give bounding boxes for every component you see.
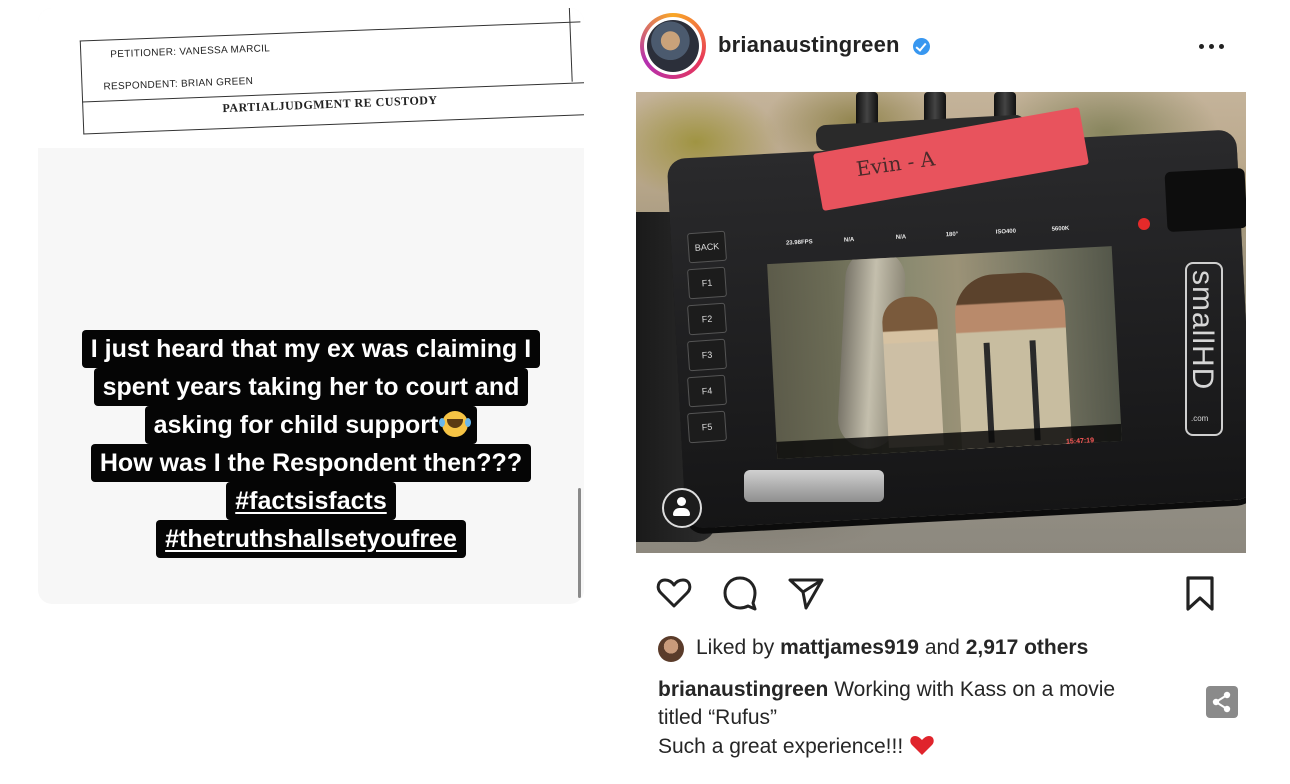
caption-line-3-text: asking for child support [153,411,439,439]
post-username[interactable]: brianaustingreen [718,32,900,58]
caption-username[interactable]: brianaustingreen [658,678,828,701]
osd-na-2: N/A [895,234,907,241]
court-document-excerpt: PETITIONER: VANESSA MARCIL RESPONDENT: B… [38,8,584,148]
comment-bubble-icon[interactable] [720,573,760,613]
story-screenshot: PETITIONER: VANESSA MARCIL RESPONDENT: B… [38,8,584,604]
osd-iso: ISO400 [995,228,1017,236]
liker-avatar [658,636,684,662]
likes-middle: and [918,636,966,659]
story-edge-divider [578,488,581,598]
monitor-f2-button: F2 [686,302,728,336]
monitor-f3-button: F3 [686,338,728,372]
caption-text-1: Working with Kass on a movie [828,678,1116,701]
post-header: brianaustingreen [636,0,1246,92]
osd-shutter: 180° [945,231,959,239]
bookmark-icon[interactable] [1180,573,1220,613]
post-caption: brianaustingreen Working with Kass on a … [658,676,1198,761]
record-indicator-icon [1138,218,1150,230]
likes-prefix: Liked by [696,636,781,659]
monitor-f5-button: F5 [686,410,728,444]
share-icon[interactable] [1206,686,1238,718]
osd-na-1: N/A [843,237,855,244]
tape-label-text: Evin - A [854,146,937,182]
caption-line-2: spent years taking her to court and [93,368,529,406]
smallhd-logo: smallHD .com [1185,262,1223,436]
monitor-f4-button: F4 [686,374,728,408]
monitor-back-button: BACK [686,230,728,264]
story-caption: I just heard that my ex was claiming I s… [38,330,584,558]
red-heart-emoji-icon [910,736,934,755]
monitor-side-buttons: BACK F1 F2 F3 F4 F5 [686,230,728,448]
likes-user[interactable]: mattjames919 [780,636,919,659]
monitor-f1-button: F1 [686,266,728,300]
osd-fps: 23.98FPS [785,239,813,247]
monitor-screen-image [767,246,1122,459]
hashtag-factsisfacts[interactable]: #factsisfacts [226,482,396,520]
caption-text-3: Such a great experience!!! [658,735,904,758]
post-photo[interactable]: Evin - A BACK F1 F2 F3 F4 F5 23.98FPS N/… [636,92,1246,553]
osd-white-balance: 5600K [1051,225,1070,233]
monitor-timecode: 15:47:19 [1065,437,1095,446]
heart-outline-icon[interactable] [654,573,694,613]
smallhd-logo-suffix: .com [1191,414,1209,423]
more-options-icon[interactable] [1197,30,1227,60]
smallhd-logo-text: smallHD [1186,270,1219,391]
caption-line-4: How was I the Respondent then??? [90,444,532,482]
likes-others[interactable]: 2,917 others [966,636,1089,659]
post-action-bar [636,553,1246,633]
instagram-post: brianaustingreen Evin - A BACK F1 F2 F3 … [636,0,1246,784]
camera-handle [744,470,884,502]
profile-avatar[interactable] [640,13,706,79]
paper-plane-icon[interactable] [786,573,826,613]
caption-text-2: titled “Rufus” [658,706,778,729]
verified-badge-icon [913,38,930,55]
caption-line-3: asking for child support [144,406,478,444]
hashtag-thetruthshallsetyoufree[interactable]: #thetruthshallsetyoufree [156,520,466,558]
caption-line-1: I just heard that my ex was claiming I [81,330,541,368]
laughing-crying-emoji-icon [439,411,469,437]
tagged-people-icon[interactable] [662,488,702,528]
